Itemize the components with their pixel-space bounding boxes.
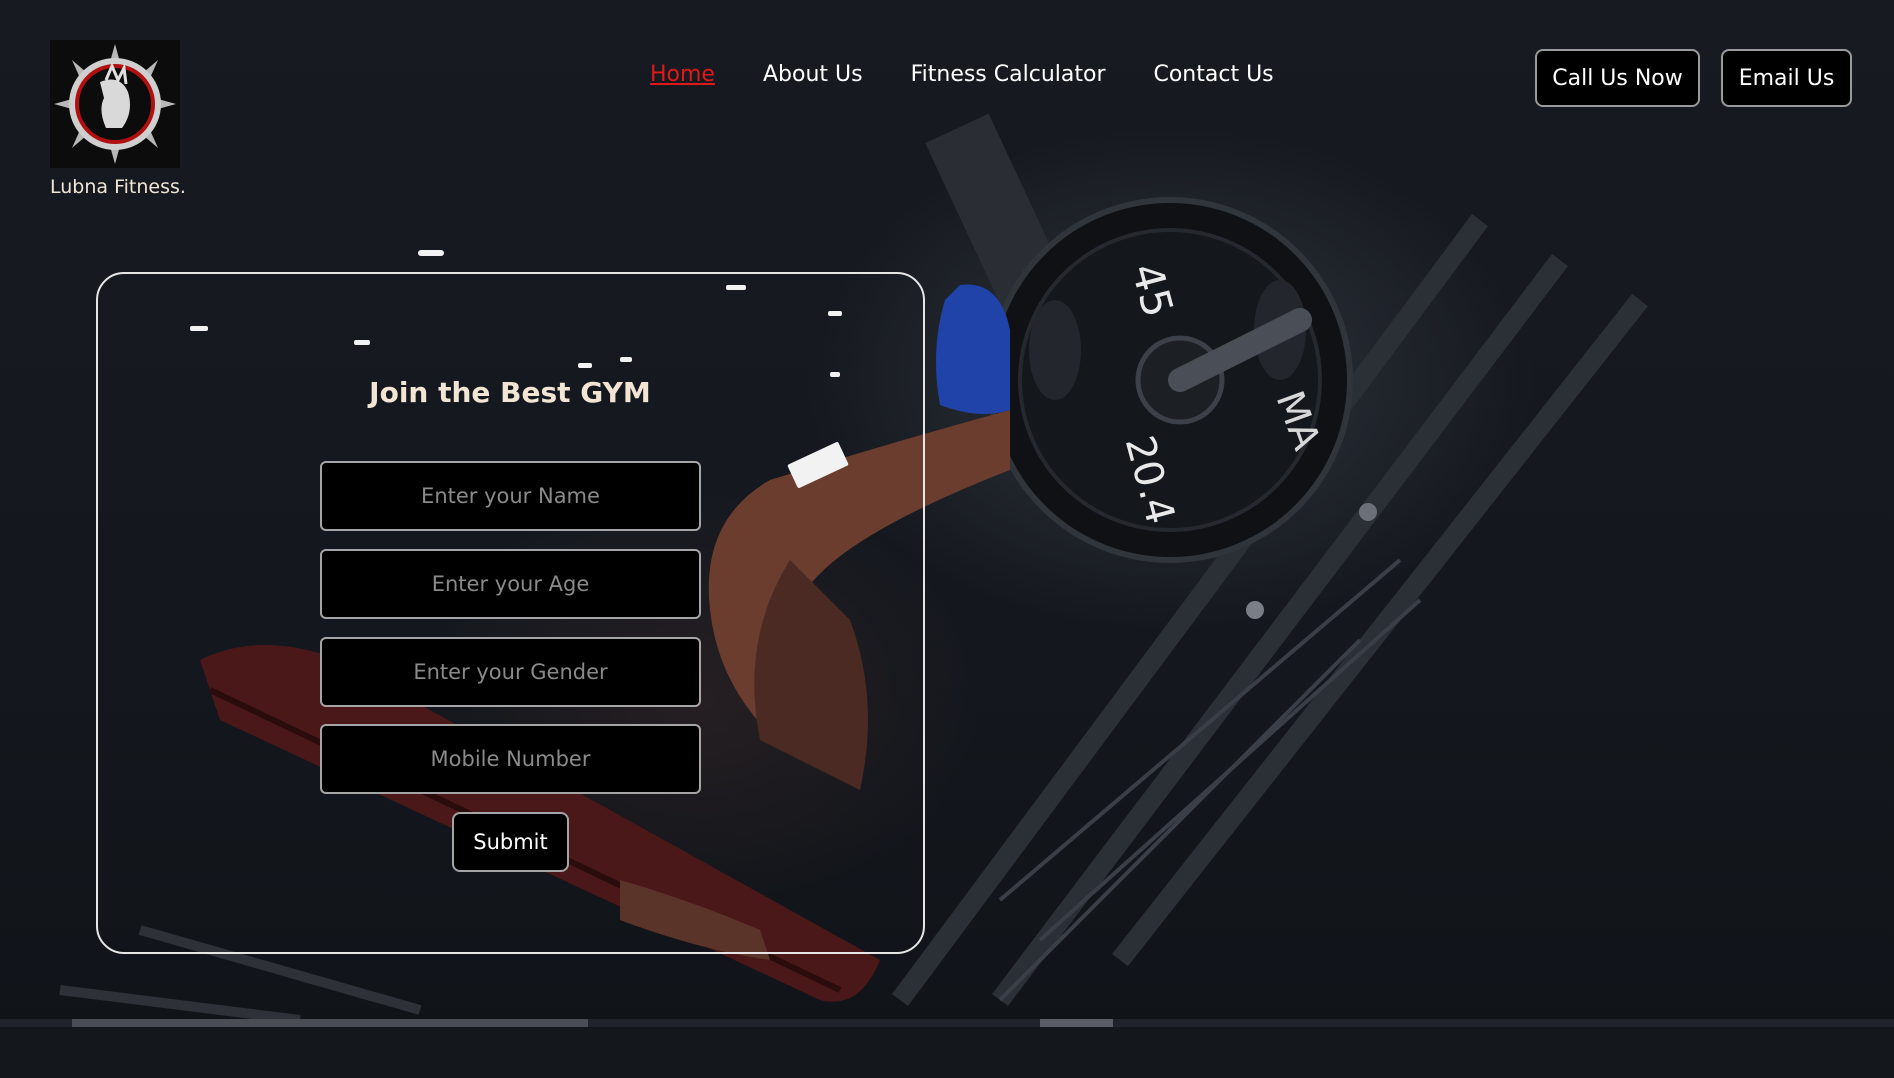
form-title: Join the Best GYM: [369, 376, 651, 409]
landing-page: 45 20.4 MA Lubna Fitness. Home About Us …: [0, 0, 1894, 1078]
nav-home[interactable]: Home: [650, 62, 715, 87]
nav-contact-us[interactable]: Contact Us: [1153, 62, 1273, 87]
nav-about-us[interactable]: About Us: [763, 62, 863, 87]
logo-emblem-icon: [50, 40, 180, 168]
weight-plate: 45 20.4 MA: [987, 197, 1353, 563]
brand-name: Lubna Fitness.: [50, 176, 186, 198]
submit-button[interactable]: Submit: [452, 812, 569, 872]
age-input[interactable]: [320, 549, 701, 619]
email-us-button[interactable]: Email Us: [1721, 49, 1852, 107]
main-nav: Home About Us Fitness Calculator Contact…: [650, 62, 1274, 87]
scroll-indicator-left[interactable]: [72, 1019, 588, 1027]
nav-fitness-calculator[interactable]: Fitness Calculator: [911, 62, 1106, 87]
next-section-strip: [0, 1020, 1894, 1078]
gender-input[interactable]: [320, 637, 701, 707]
name-input[interactable]: [320, 461, 701, 531]
scroll-indicator-right[interactable]: [1040, 1019, 1113, 1027]
call-us-now-button[interactable]: Call Us Now: [1535, 49, 1700, 107]
logo[interactable]: [50, 40, 180, 168]
mobile-number-input[interactable]: [320, 724, 701, 794]
